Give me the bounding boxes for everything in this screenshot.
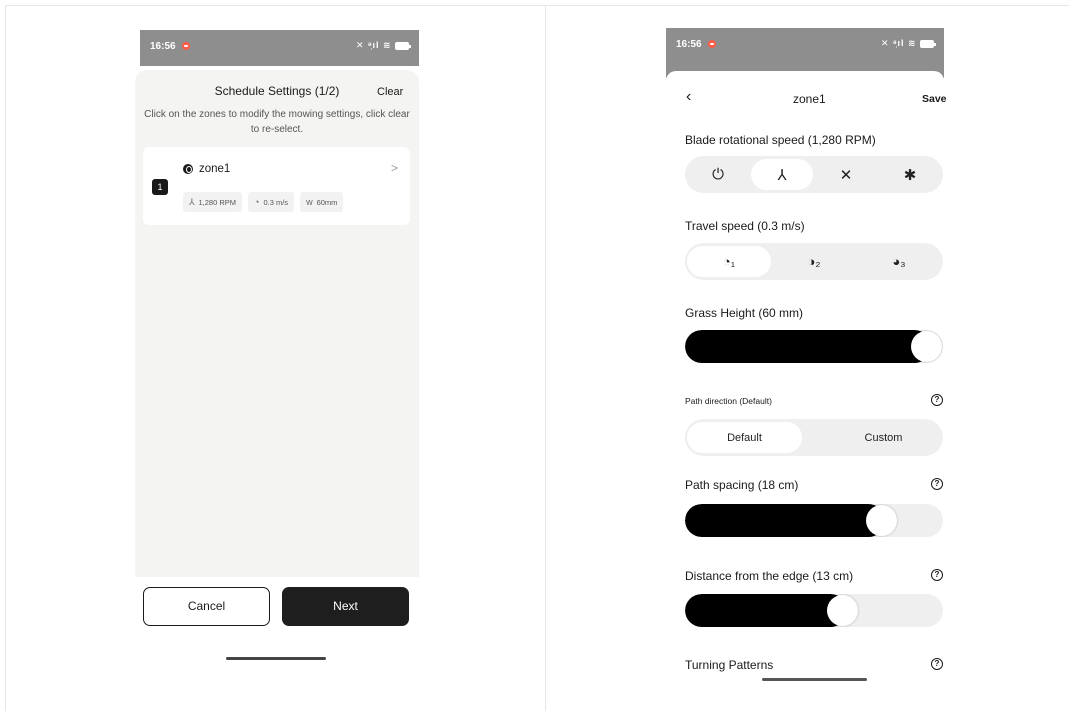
slider-fill — [685, 594, 847, 627]
help-icon[interactable]: ? — [931, 569, 943, 581]
slider-fill — [685, 330, 931, 363]
height-chip: ᴡ 60mm — [300, 192, 344, 212]
battery-icon — [920, 39, 936, 48]
clear-button[interactable]: Clear — [377, 86, 403, 98]
location-pin-icon — [183, 164, 193, 174]
save-button[interactable]: Save — [922, 93, 947, 105]
rpm-value: 1,280 RPM — [198, 197, 237, 207]
help-icon[interactable]: ? — [931, 658, 943, 670]
path-direction-label: Path direction (Default) — [685, 396, 772, 406]
blade-speed-selector: ⏻ ⅄ ✕ ✱ — [685, 156, 943, 193]
signal-wifi-icons: ✕ ᵊ᷊ıl ≋ — [356, 40, 411, 51]
turning-patterns-label: Turning Patterns — [685, 658, 774, 672]
height-value: 60mm — [316, 197, 338, 207]
record-icon — [708, 40, 716, 48]
zone-order-badge: 1 — [152, 179, 168, 195]
slider-fill — [685, 504, 886, 537]
help-icon[interactable]: ? — [931, 394, 943, 406]
record-icon — [182, 42, 190, 50]
cancel-button[interactable]: Cancel — [143, 587, 270, 626]
next-button[interactable]: Next — [282, 587, 409, 626]
signal-wifi-icons: ✕ ᵊ᷊ıl ≋ — [881, 38, 936, 49]
path-spacing-slider[interactable] — [685, 504, 943, 537]
home-indicator[interactable] — [226, 657, 326, 660]
status-bar: 16:56 ✕ ᵊ᷊ıl ≋ — [140, 30, 419, 66]
signal-icon: ✕ ᵊ᷊ıl ≋ — [356, 40, 392, 50]
slider-knob[interactable] — [911, 331, 942, 362]
speed-3-icon[interactable]: ◕₃ — [857, 246, 941, 277]
battery-icon — [395, 41, 411, 50]
speed-icon: ◔ — [254, 197, 260, 207]
speed-value: 0.3 m/s — [263, 197, 289, 207]
power-icon[interactable]: ⏻ — [687, 159, 749, 190]
home-indicator[interactable] — [762, 678, 867, 681]
speed-1-icon[interactable]: ◔₁ — [687, 246, 771, 277]
edge-distance-slider[interactable] — [685, 594, 943, 627]
rpm-chip: ⅄ 1,280 RPM — [183, 192, 243, 212]
blade-4-icon[interactable]: ✕ — [815, 159, 877, 190]
instruction-text: Click on the zones to modify the mowing … — [144, 109, 410, 135]
zone-name: zone1 — [199, 163, 231, 175]
blade-3-icon[interactable]: ⅄ — [751, 159, 813, 190]
status-time: 16:56 — [676, 39, 702, 50]
travel-speed-label: Travel speed (0.3 m/s) — [685, 219, 805, 233]
chevron-right-icon: > — [390, 161, 398, 175]
grass-height-label: Grass Height (60 mm) — [685, 306, 804, 320]
zone-card[interactable]: 1 zone1 > ⅄ 1,280 RPM ◔ 0.3 m/s ᴡ 60mm — [143, 147, 410, 225]
blade-5-icon[interactable]: ✱ — [879, 159, 941, 190]
edge-distance-label: Distance from the edge (13 cm) — [685, 569, 854, 583]
slider-knob[interactable] — [827, 595, 859, 626]
path-direction-selector: Default Custom — [685, 419, 943, 456]
signal-icon: ✕ ᵊ᷊ıl ≋ — [881, 38, 917, 48]
speed-2-icon[interactable]: ◑₂ — [772, 246, 856, 277]
path-direction-custom[interactable]: Custom — [826, 422, 941, 453]
blade-speed-label: Blade rotational speed (1,280 RPM) — [685, 133, 876, 147]
grass-icon: ᴡ — [306, 197, 313, 207]
zone-settings-chips: ⅄ 1,280 RPM ◔ 0.3 m/s ᴡ 60mm — [183, 192, 344, 212]
status-time: 16:56 — [150, 41, 176, 52]
status-bar: 16:56 ✕ ᵊ᷊ıl ≋ — [666, 28, 944, 64]
help-icon[interactable]: ? — [931, 478, 943, 490]
path-spacing-label: Path spacing (18 cm) — [685, 478, 799, 492]
slider-knob[interactable] — [865, 505, 897, 536]
speed-chip: ◔ 0.3 m/s — [248, 192, 295, 212]
back-arrow-icon[interactable]: ‹ — [686, 88, 691, 106]
panel-divider — [545, 5, 546, 711]
blade-icon: ⅄ — [189, 196, 195, 207]
grass-height-slider[interactable] — [685, 330, 943, 363]
travel-speed-selector: ◔₁ ◑₂ ◕₃ — [685, 243, 943, 280]
path-direction-default[interactable]: Default — [687, 422, 802, 453]
page-title: zone1 — [793, 92, 826, 106]
